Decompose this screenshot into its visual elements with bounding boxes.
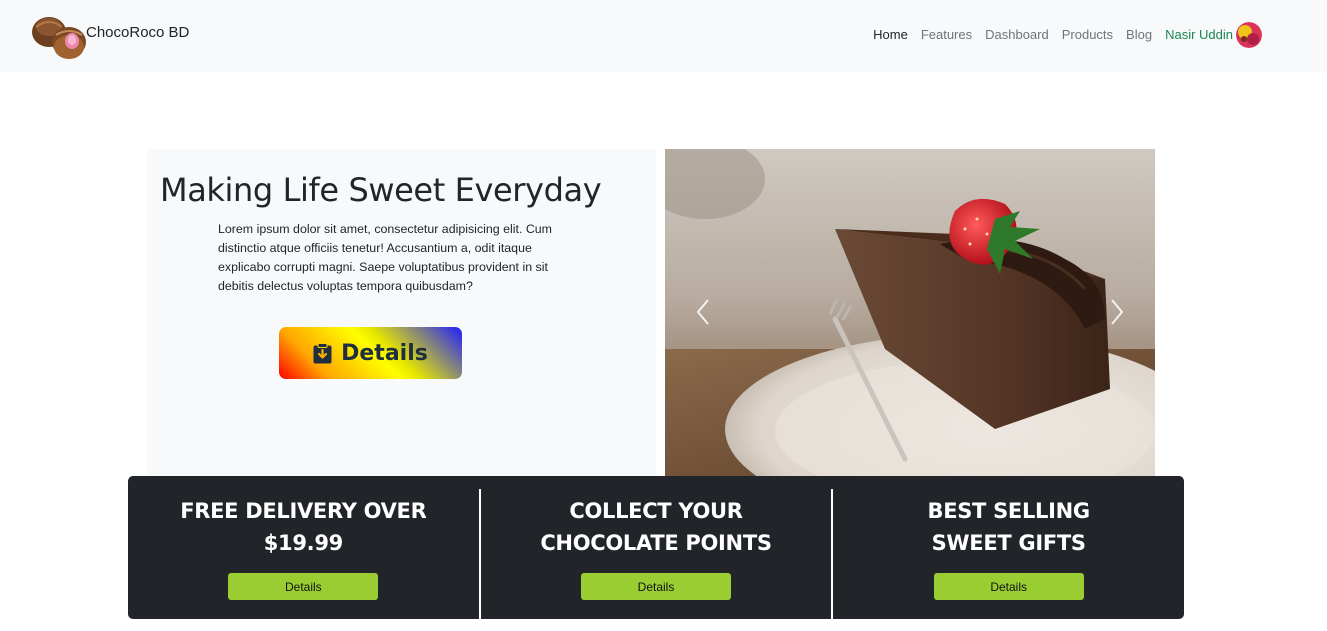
chevron-right-icon[interactable] <box>1107 297 1127 327</box>
user-menu[interactable]: Nasir Uddin <box>1165 22 1262 48</box>
hero-details-label: Details <box>341 340 428 366</box>
nav-link-home[interactable]: Home <box>873 25 908 45</box>
brand-link[interactable]: ChocoRoco BD <box>30 7 189 61</box>
hero-details-button[interactable]: Details <box>279 327 462 379</box>
features-strip: FREE DELIVERY OVER $19.99 Details COLLEC… <box>128 476 1184 619</box>
avatar <box>1236 22 1262 48</box>
feature-details-button[interactable]: Details <box>581 573 731 600</box>
feature-details-button[interactable]: Details <box>933 573 1084 600</box>
nav-link-blog[interactable]: Blog <box>1126 25 1152 45</box>
hero-title: Making Life Sweet Everyday <box>160 171 602 209</box>
feature-details-button[interactable]: Details <box>228 573 379 600</box>
nav-link-products[interactable]: Products <box>1062 25 1113 45</box>
brand-name: ChocoRoco BD <box>86 24 190 41</box>
user-name: Nasir Uddin <box>1165 27 1233 42</box>
feature-card: BEST SELLING SWEET GIFTS Details <box>831 489 1184 619</box>
hero-text-panel: Making Life Sweet Everyday Lorem ipsum d… <box>147 149 656 476</box>
nav-link-dashboard[interactable]: Dashboard <box>985 25 1049 45</box>
nav-links: Home Features Dashboard Products Blog Na… <box>860 22 1262 48</box>
feature-title: BEST SELLING SWEET GIFTS <box>927 499 1090 555</box>
chocolate-logo-icon <box>32 17 86 59</box>
hero-carousel <box>665 149 1155 476</box>
feature-card: FREE DELIVERY OVER $19.99 Details <box>128 476 479 619</box>
cake-image <box>665 149 1155 476</box>
feature-title: COLLECT YOUR CHOCOLATE POINTS <box>540 499 772 555</box>
hero-description: Lorem ipsum dolor sit amet, consectetur … <box>218 222 552 293</box>
navbar: ChocoRoco BD Home Features Dashboard Pro… <box>0 0 1327 72</box>
nav-link-features[interactable]: Features <box>921 25 972 45</box>
feature-card: COLLECT YOUR CHOCOLATE POINTS Details <box>478 489 832 619</box>
clipboard-download-icon <box>313 342 332 363</box>
chevron-left-icon[interactable] <box>693 297 713 327</box>
feature-title: FREE DELIVERY OVER $19.99 <box>180 499 427 555</box>
